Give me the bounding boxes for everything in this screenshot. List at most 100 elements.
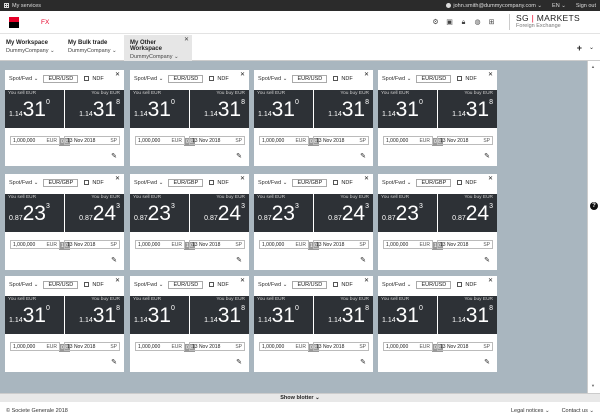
lock-icon[interactable]: 🔒︎ (460, 19, 467, 26)
buy-price-button[interactable]: You buy EUR 1.14318 (438, 296, 497, 334)
buy-price-button[interactable]: You buy EUR 1.14318 (190, 90, 249, 128)
currency-pair-input[interactable]: EUR/GBP (292, 178, 328, 187)
sell-price-button[interactable]: You sell EUR 0.87233 (130, 194, 190, 232)
buy-price-button[interactable]: You buy EUR 0.87243 (438, 194, 497, 232)
ndf-checkbox[interactable] (457, 76, 463, 81)
tenor-label[interactable]: SP (483, 242, 490, 248)
add-workspace-button[interactable]: + (577, 43, 582, 53)
date-input[interactable]: 13 Nov 2018 SP (437, 342, 493, 351)
amount-currency[interactable]: EUR (46, 138, 57, 144)
amount-currency[interactable]: EUR (171, 344, 182, 350)
product-selector[interactable]: Spot/Fwd ⌄ (134, 282, 163, 288)
pin-icon[interactable]: ✎ (484, 256, 490, 264)
amount-currency[interactable]: EUR (419, 138, 430, 144)
help-icon[interactable]: ? (590, 202, 598, 210)
product-selector[interactable]: Spot/Fwd ⌄ (258, 282, 287, 288)
sell-price-button[interactable]: You sell EUR 0.87233 (254, 194, 314, 232)
amount-currency[interactable]: EUR (419, 242, 430, 248)
pin-icon[interactable]: ✎ (236, 358, 242, 366)
close-icon[interactable]: ✕ (364, 71, 369, 78)
amount-currency[interactable]: EUR (46, 344, 57, 350)
user-menu[interactable]: john.smith@dummycompany.com ⌄ (446, 3, 542, 9)
globe-icon[interactable]: ◍ (474, 19, 481, 26)
amount-input[interactable]: 1,000,000 EUR (259, 240, 309, 249)
buy-price-button[interactable]: You buy EUR 1.14318 (314, 296, 373, 334)
amount-input[interactable]: 1,000,000 EUR (10, 342, 60, 351)
tenor-label[interactable]: SP (110, 242, 117, 248)
product-selector[interactable]: Spot/Fwd ⌄ (9, 76, 38, 82)
date-input[interactable]: 13 Nov 2018 SP (437, 240, 493, 249)
close-icon[interactable]: ✕ (488, 175, 493, 182)
sign-out-link[interactable]: Sign out (576, 3, 596, 9)
amount-currency[interactable]: EUR (295, 138, 306, 144)
workspace-company[interactable]: DummyCompany ⌄ (130, 54, 186, 60)
pin-icon[interactable]: ✎ (484, 358, 490, 366)
sell-price-button[interactable]: You sell EUR 1.14310 (130, 296, 190, 334)
close-icon[interactable]: ✕ (488, 277, 493, 284)
buy-price-button[interactable]: You buy EUR 1.14318 (65, 296, 124, 334)
sell-price-button[interactable]: You sell EUR 1.14310 (378, 296, 438, 334)
amount-input[interactable]: 1,000,000 EUR (383, 240, 433, 249)
product-selector[interactable]: Spot/Fwd ⌄ (382, 282, 411, 288)
layout-icon[interactable]: ⊞ (488, 19, 495, 26)
tenor-label[interactable]: SP (483, 138, 490, 144)
date-input[interactable]: 13 Nov 2018 SP (313, 240, 369, 249)
sell-price-button[interactable]: You sell EUR 1.14310 (254, 90, 314, 128)
scroll-up-icon[interactable]: ▲ (591, 64, 595, 69)
close-icon[interactable]: ✕ (240, 175, 245, 182)
currency-pair-input[interactable]: EUR/GBP (43, 178, 79, 187)
amount-currency[interactable]: EUR (171, 242, 182, 248)
date-input[interactable]: 13 Nov 2018 SP (64, 342, 120, 351)
currency-pair-input[interactable]: EUR/GBP (416, 178, 452, 187)
show-blotter-button[interactable]: Show blotter ⌄ (0, 393, 600, 402)
tenor-label[interactable]: SP (235, 138, 242, 144)
close-icon[interactable]: ✕ (240, 277, 245, 284)
buy-price-button[interactable]: You buy EUR 1.14318 (438, 90, 497, 128)
buy-price-button[interactable]: You buy EUR 0.87243 (65, 194, 124, 232)
workspace-tab-bulk-trade[interactable]: My Bulk trade DummyCompany ⌄ (62, 35, 124, 61)
pin-icon[interactable]: ✎ (360, 256, 366, 264)
tenor-label[interactable]: SP (110, 138, 117, 144)
amount-input[interactable]: 1,000,000 EUR (259, 342, 309, 351)
buy-price-button[interactable]: You buy EUR 1.14318 (65, 90, 124, 128)
currency-pair-input[interactable]: EUR/USD (416, 74, 452, 83)
pin-icon[interactable]: ✎ (236, 256, 242, 264)
contact-us-link[interactable]: Contact us ⌄ (562, 408, 594, 414)
tenor-label[interactable]: SP (110, 344, 117, 350)
sell-price-button[interactable]: You sell EUR 1.14310 (254, 296, 314, 334)
amount-currency[interactable]: EUR (46, 242, 57, 248)
date-input[interactable]: 13 Nov 2018 SP (189, 342, 245, 351)
currency-pair-input[interactable]: EUR/USD (168, 280, 204, 289)
product-selector[interactable]: Spot/Fwd ⌄ (258, 76, 287, 82)
currency-pair-input[interactable]: EUR/USD (416, 280, 452, 289)
buy-price-button[interactable]: You buy EUR 1.14318 (314, 90, 373, 128)
pin-icon[interactable]: ✎ (111, 256, 117, 264)
date-input[interactable]: 13 Nov 2018 SP (189, 240, 245, 249)
product-selector[interactable]: Spot/Fwd ⌄ (134, 76, 163, 82)
close-icon[interactable]: ✕ (364, 277, 369, 284)
ndf-checkbox[interactable] (209, 76, 215, 81)
sell-price-button[interactable]: You sell EUR 0.87233 (378, 194, 438, 232)
tenor-label[interactable]: SP (235, 242, 242, 248)
buy-price-button[interactable]: You buy EUR 1.14318 (190, 296, 249, 334)
amount-currency[interactable]: EUR (295, 344, 306, 350)
pin-icon[interactable]: ✎ (111, 152, 117, 160)
sell-price-button[interactable]: You sell EUR 1.14310 (130, 90, 190, 128)
workspace-company[interactable]: DummyCompany ⌄ (6, 48, 56, 54)
ndf-checkbox[interactable] (84, 76, 90, 81)
amount-currency[interactable]: EUR (419, 344, 430, 350)
pin-icon[interactable]: ✎ (360, 152, 366, 160)
buy-price-button[interactable]: You buy EUR 0.87243 (314, 194, 373, 232)
product-selector[interactable]: Spot/Fwd ⌄ (258, 180, 287, 186)
ndf-checkbox[interactable] (209, 180, 215, 185)
close-icon[interactable]: ✕ (184, 36, 189, 43)
ndf-checkbox[interactable] (333, 76, 339, 81)
date-input[interactable]: 13 Nov 2018 SP (313, 342, 369, 351)
ndf-checkbox[interactable] (457, 282, 463, 287)
currency-pair-input[interactable]: EUR/USD (292, 74, 328, 83)
amount-currency[interactable]: EUR (171, 138, 182, 144)
currency-pair-input[interactable]: EUR/USD (43, 280, 79, 289)
pin-icon[interactable]: ✎ (360, 358, 366, 366)
language-selector[interactable]: EN ⌄ (552, 3, 566, 9)
workspace-tab-other[interactable]: ✕ My Other Workspace DummyCompany ⌄ (124, 35, 192, 61)
